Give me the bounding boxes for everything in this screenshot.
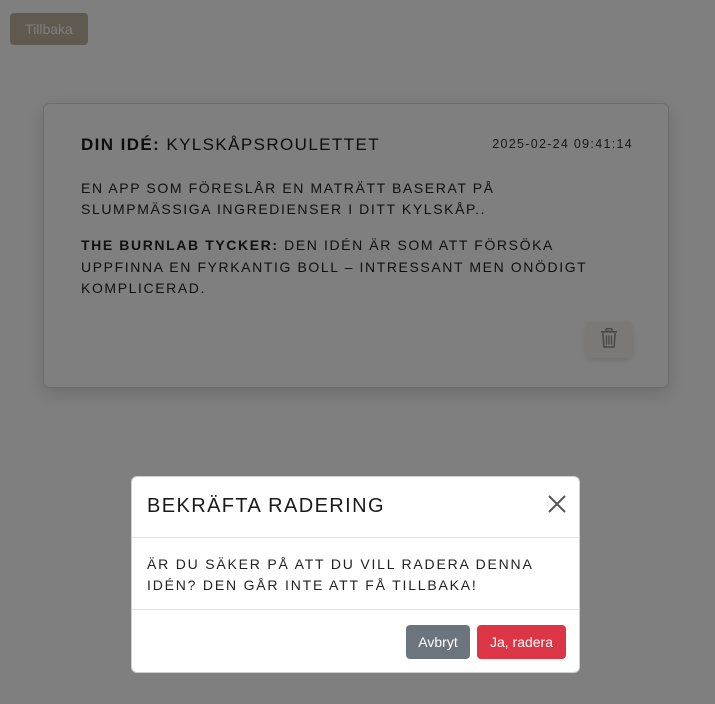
close-icon bbox=[548, 494, 566, 518]
confirm-delete-dialog: Bekräfta radering Är du säker på att du … bbox=[131, 476, 580, 673]
cancel-button[interactable]: Avbryt bbox=[406, 625, 470, 659]
close-button[interactable] bbox=[547, 494, 567, 518]
modal-message: Är du säker på att du vill radera denna … bbox=[147, 556, 533, 593]
modal-title: Bekräfta radering bbox=[147, 495, 385, 517]
modal-footer: Avbryt Ja, radera bbox=[132, 609, 579, 674]
confirm-delete-button[interactable]: Ja, radera bbox=[477, 625, 566, 659]
modal-header: Bekräfta radering bbox=[132, 477, 579, 538]
